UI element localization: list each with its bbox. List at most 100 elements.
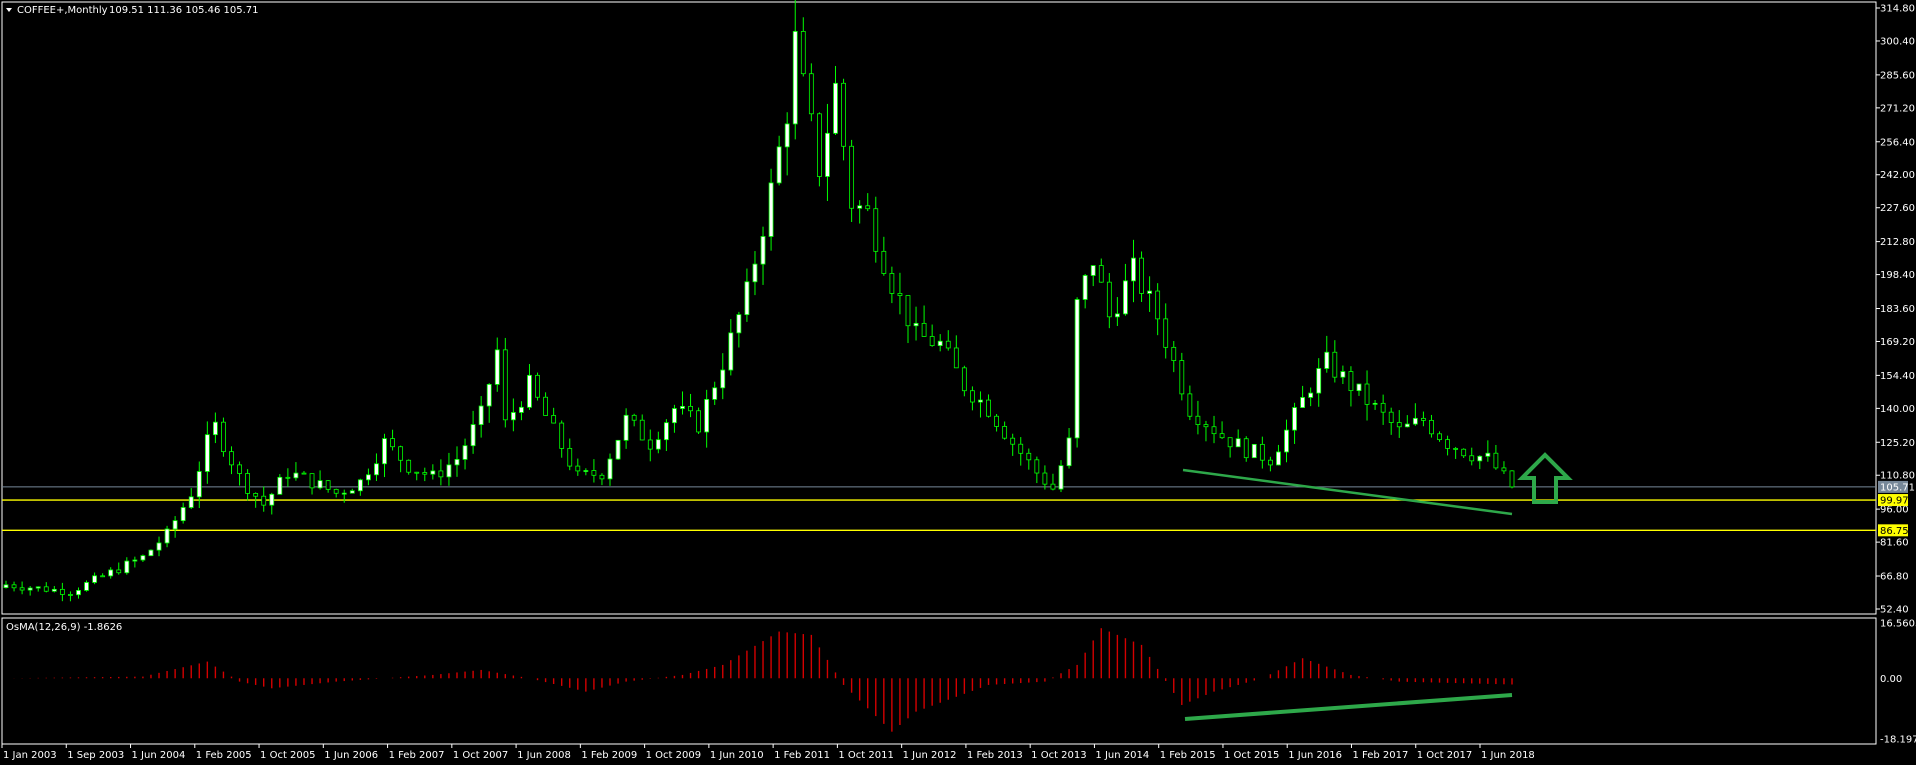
time-tick-label: 1 Sep 2003 <box>67 750 124 761</box>
candle-body <box>1034 459 1040 474</box>
candle-body <box>333 488 339 494</box>
indicator-tick-label: 0.00 <box>1880 674 1902 685</box>
candle-body <box>961 367 967 392</box>
candle-body <box>1211 426 1217 435</box>
candle-body <box>253 493 259 497</box>
candle-body <box>51 588 57 592</box>
candle-body <box>116 569 122 574</box>
candle-body <box>953 347 959 369</box>
candle-body <box>406 459 412 473</box>
candle-body <box>857 205 863 209</box>
time-tick-label: 1 Feb 2011 <box>774 750 830 761</box>
candle-body <box>1485 452 1491 457</box>
candle-body <box>188 496 194 508</box>
candle-body <box>994 415 999 427</box>
candle-body <box>390 438 395 448</box>
candle-body <box>27 587 33 591</box>
candle-body <box>422 472 428 475</box>
candle-body <box>494 349 500 385</box>
chart-window[interactable]: 314.80 300.40 285.60 271.20 256.40 242.00 227.… <box>0 0 1916 765</box>
candle-body <box>84 582 89 591</box>
candle-body <box>1316 368 1322 394</box>
candle-body <box>1050 483 1056 490</box>
candle-body <box>1461 448 1467 457</box>
time-tick-label: 1 Oct 2007 <box>453 750 508 761</box>
candle-body <box>1010 437 1016 445</box>
time-tick-label: 1 Feb 2013 <box>967 750 1023 761</box>
candle-body <box>567 448 573 467</box>
candle-body <box>132 559 138 562</box>
candle-body <box>285 476 291 479</box>
candle-body <box>1139 257 1144 294</box>
candle-body <box>1429 419 1434 435</box>
candle-body <box>1380 402 1386 413</box>
price-tick-label: 110.80 <box>1880 471 1915 482</box>
candle-body <box>736 314 742 334</box>
candle-body <box>1332 351 1338 378</box>
candle-body <box>1292 407 1297 431</box>
candle-body <box>502 349 508 421</box>
price-tick-label: 125.20 <box>1880 438 1915 449</box>
candle-body <box>986 399 991 417</box>
candle-body <box>841 82 846 147</box>
candle-body <box>970 390 975 403</box>
candle-body <box>792 31 798 125</box>
candle-body <box>913 322 919 327</box>
time-tick-label: 1 Feb 2017 <box>1352 750 1408 761</box>
candle-body <box>800 31 806 75</box>
time-tick-label: 1 Jan 2003 <box>3 750 57 761</box>
candle-body <box>688 405 693 412</box>
candle-body <box>921 322 927 337</box>
candle-body <box>1437 433 1442 441</box>
chart-canvas[interactable]: 314.80 300.40 285.60 271.20 256.40 242.00 227.… <box>0 0 1916 765</box>
price-tick-label: 81.60 <box>1880 538 1909 549</box>
candle-body <box>704 399 710 433</box>
candle-body <box>430 470 436 475</box>
time-tick-label: 1 Oct 2011 <box>838 750 893 761</box>
time-tick-label: 1 Jun 2008 <box>517 750 571 761</box>
candle-body <box>1018 443 1024 454</box>
candle-body <box>221 421 226 453</box>
candle-body <box>1445 439 1450 449</box>
candle-body <box>164 528 170 544</box>
candle-body <box>237 464 242 474</box>
candle-body <box>1267 459 1273 466</box>
time-tick-label: 1 Jun 2010 <box>710 750 764 761</box>
candle-body <box>1195 415 1201 425</box>
candle-body <box>752 263 758 283</box>
candle-body <box>663 422 669 441</box>
candle-body <box>1348 371 1354 392</box>
candle-body <box>1090 265 1096 276</box>
candle-body <box>1155 290 1161 320</box>
candle-body <box>398 446 404 461</box>
candle-body <box>43 586 49 592</box>
candle-body <box>615 439 621 460</box>
time-tick-label: 1 Oct 2015 <box>1224 750 1279 761</box>
candle-body <box>1469 455 1475 462</box>
candle-body <box>317 480 323 489</box>
candle-body <box>978 399 983 403</box>
candle-body <box>470 424 476 447</box>
candle-body <box>148 549 154 557</box>
price-tag-label: 105.71 <box>1880 482 1915 493</box>
candle-body <box>1219 433 1225 439</box>
candle-body <box>349 490 355 494</box>
candle-body <box>527 374 532 408</box>
price-tick-label: 154.40 <box>1880 371 1915 382</box>
candle-body <box>784 123 790 148</box>
candle-body <box>59 588 65 595</box>
candle-body <box>1002 426 1008 439</box>
candle-body <box>712 387 718 400</box>
time-tick-label: 1 Oct 2005 <box>260 750 315 761</box>
candle-body <box>519 406 524 413</box>
price-tick-label: 212.80 <box>1880 237 1915 248</box>
price-tick-label: 66.80 <box>1880 572 1909 583</box>
candle-body <box>1066 437 1072 467</box>
candle-body <box>510 412 516 421</box>
candle-body <box>1171 346 1177 361</box>
price-tick-label: 198.40 <box>1880 270 1915 281</box>
candle-body <box>849 145 855 209</box>
candle-body <box>1477 455 1483 462</box>
candle-body <box>486 384 492 407</box>
candle-body <box>760 236 766 265</box>
